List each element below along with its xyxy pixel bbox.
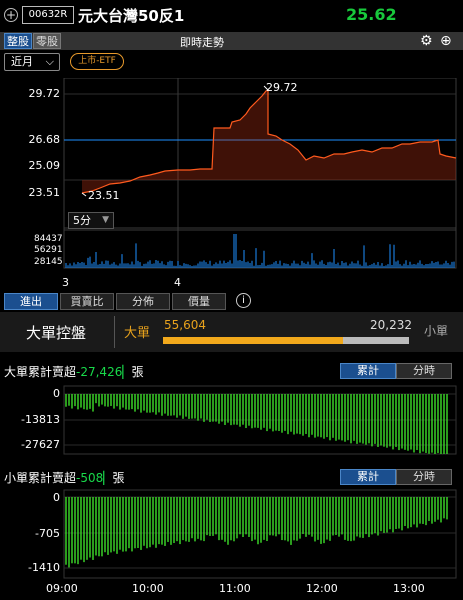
tab-buy-sell-ratio[interactable]: 買賣比 bbox=[60, 293, 114, 310]
y-tick: 23.51 bbox=[28, 186, 61, 199]
info-icon[interactable]: i bbox=[236, 293, 251, 308]
big-cum-value: -27,426 bbox=[76, 365, 123, 379]
high-label: 29.72 bbox=[266, 81, 298, 94]
time-tick: 13:00 bbox=[393, 582, 425, 595]
time-tick: 09:00 bbox=[46, 582, 78, 595]
stock-screen: + 00632R 元大台灣50反1 25.62 整股 零股 即時走勢 ⚙ ⊕ 近… bbox=[0, 0, 463, 600]
small-toggle-minute[interactable]: 分時 bbox=[396, 469, 452, 485]
vol-tick: 56291 bbox=[34, 245, 63, 255]
small-value: 20,232 bbox=[370, 318, 412, 332]
volume-frame bbox=[63, 229, 457, 269]
big-cum-label: 大單累計賣超 bbox=[4, 365, 77, 379]
big-cum-unit: 張 bbox=[131, 365, 144, 379]
small-cum-bars bbox=[65, 497, 448, 568]
big-toggle-minute[interactable]: 分時 bbox=[396, 363, 452, 379]
big-toggle-cumulative[interactable]: 累計 bbox=[340, 363, 396, 379]
small-cum-value: -508 bbox=[76, 471, 104, 485]
toolbar-strip bbox=[0, 32, 463, 50]
period-select[interactable]: 近月 ⌵ bbox=[4, 53, 60, 71]
x-tick: 3 bbox=[62, 276, 69, 289]
realtime-title: 即時走勢 bbox=[180, 36, 224, 49]
y-tick: 25.09 bbox=[28, 159, 61, 172]
y-tick: 26.68 bbox=[28, 133, 61, 146]
last-price: 25.62 bbox=[346, 5, 397, 24]
period-value: 近月 bbox=[11, 55, 33, 68]
big-value: 55,604 bbox=[164, 318, 206, 332]
market-badge: 上市-ETF bbox=[70, 53, 124, 70]
time-tick: 12:00 bbox=[306, 582, 338, 595]
small-cum-header: 小單累計賣超-508▏張 bbox=[4, 469, 125, 486]
y-tick: 29.72 bbox=[28, 87, 61, 100]
volume-bars bbox=[65, 234, 455, 268]
vol-tick: 84437 bbox=[34, 234, 63, 244]
big-label: 大單 bbox=[124, 326, 151, 341]
time-tick: 10:00 bbox=[132, 582, 164, 595]
seg-whole-lot[interactable]: 整股 bbox=[4, 33, 32, 49]
vol-tick: 28145 bbox=[34, 257, 63, 267]
small-cum-unit: 張 bbox=[112, 471, 125, 485]
tab-distribution[interactable]: 分佈 bbox=[116, 293, 170, 310]
plus-circle-icon[interactable]: ⊕ bbox=[440, 33, 452, 49]
panel-title: 大單控盤 bbox=[26, 324, 87, 342]
seg-odd-lot[interactable]: 零股 bbox=[33, 33, 61, 49]
chevron-down-icon: ⌵ bbox=[45, 55, 54, 68]
low-marker bbox=[81, 192, 87, 197]
low-label: 23.51 bbox=[88, 189, 120, 202]
price-chart bbox=[63, 78, 457, 269]
stock-code[interactable]: 00632R bbox=[22, 6, 74, 24]
ratio-bar-big bbox=[163, 337, 344, 344]
small-label: 小單 bbox=[424, 324, 449, 338]
small-toggle-cumulative[interactable]: 累計 bbox=[340, 469, 396, 485]
interval-value: 5分 bbox=[73, 214, 91, 227]
add-watch-icon[interactable]: + bbox=[4, 8, 18, 22]
time-tick: 11:00 bbox=[219, 582, 251, 595]
big-cum-header: 大單累計賣超-27,426▏張 bbox=[4, 363, 144, 380]
gear-icon[interactable]: ⚙ bbox=[420, 33, 433, 49]
x-tick: 4 bbox=[174, 276, 181, 289]
stock-name: 元大台灣50反1 bbox=[78, 7, 185, 25]
tab-price-volume[interactable]: 價量 bbox=[172, 293, 226, 310]
tab-inout[interactable]: 進出 bbox=[4, 293, 58, 310]
arrow-icon: ▏ bbox=[122, 365, 132, 379]
small-cum-label: 小單累計賣超 bbox=[4, 471, 77, 485]
big-cum-chart bbox=[63, 385, 457, 455]
interval-select[interactable]: 5分 ▼ bbox=[68, 212, 114, 229]
divider bbox=[114, 316, 115, 348]
chevron-down-icon: ▼ bbox=[102, 215, 109, 225]
small-cum-chart bbox=[63, 489, 457, 579]
